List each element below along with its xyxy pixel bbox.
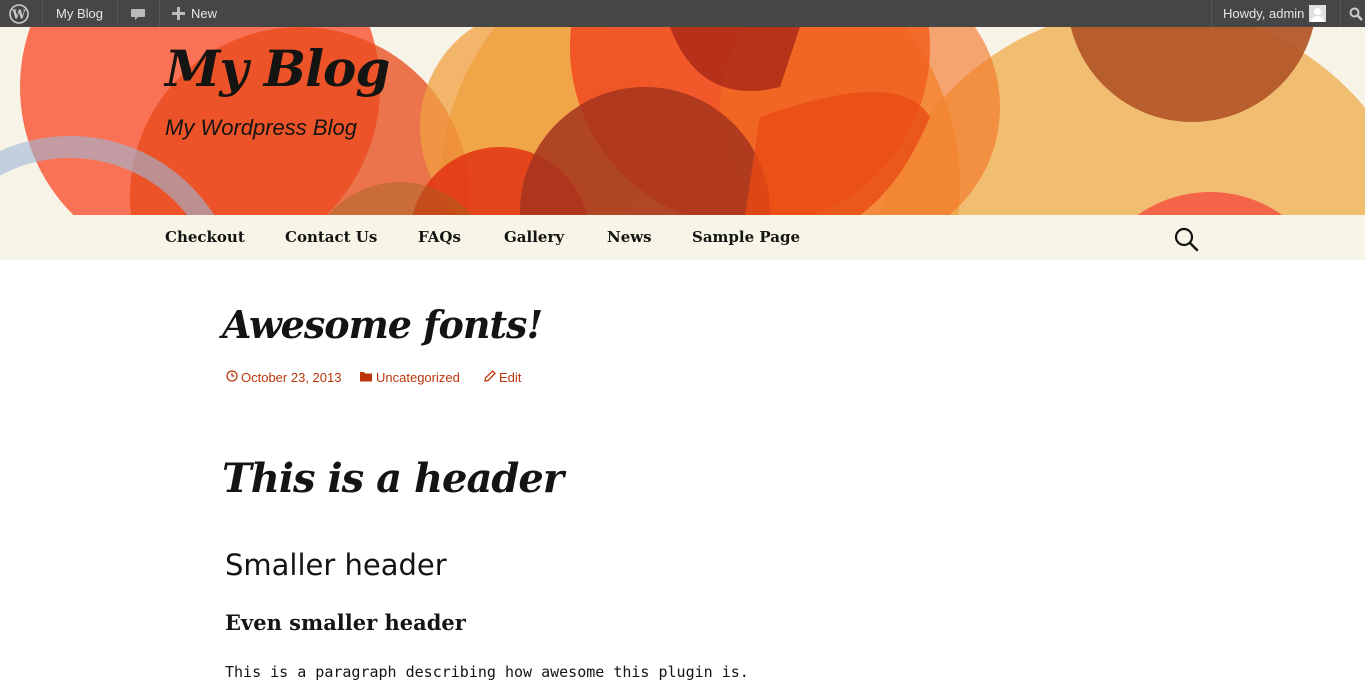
svg-text:W: W — [11, 7, 26, 21]
nav-item-news[interactable]: News — [607, 215, 652, 260]
clock-icon — [226, 370, 241, 385]
pencil-icon — [484, 370, 499, 385]
admin-bar: W My Blog New Howdy, admin — [0, 0, 1365, 27]
nav-item-checkout[interactable]: Checkout — [165, 215, 245, 260]
site-description: My Wordpress Blog — [165, 115, 357, 140]
post-edit: Edit — [499, 370, 522, 385]
post-category-link[interactable]: Uncategorized — [360, 370, 460, 385]
search-icon[interactable] — [1172, 225, 1200, 253]
new-content-button[interactable]: New — [172, 0, 217, 27]
admin-site-name: My Blog — [56, 6, 103, 21]
content-heading-1: This is a header — [222, 455, 564, 502]
admin-site-name-link[interactable]: My Blog — [56, 0, 103, 27]
content-heading-2: Smaller header — [225, 548, 447, 582]
post-date-link[interactable]: October 23, 2013 — [226, 370, 341, 385]
speech-bubble-icon — [130, 6, 146, 22]
post-category: Uncategorized — [376, 370, 460, 385]
folder-icon — [360, 370, 376, 385]
comments-button[interactable] — [130, 0, 146, 27]
nav-item-sample-page[interactable]: Sample Page — [692, 215, 800, 260]
main-navigation: Checkout Contact Us FAQs Gallery News Sa… — [0, 215, 1365, 260]
post-date: October 23, 2013 — [241, 370, 342, 385]
plus-icon — [172, 7, 185, 20]
nav-item-contact-us[interactable]: Contact Us — [285, 215, 377, 260]
my-account-menu[interactable]: Howdy, admin — [1223, 0, 1327, 27]
greeting-text: Howdy, admin — [1223, 6, 1305, 21]
content-paragraph: This is a paragraph describing how aweso… — [225, 663, 749, 681]
post-title[interactable]: Awesome fonts! — [222, 302, 543, 347]
site-header: My Blog My Wordpress Blog — [0, 27, 1365, 215]
site-title[interactable]: My Blog — [165, 39, 390, 98]
admin-search-icon[interactable] — [1349, 0, 1363, 27]
nav-item-faqs[interactable]: FAQs — [418, 215, 461, 260]
user-avatar-icon — [1309, 5, 1327, 22]
post-edit-link[interactable]: Edit — [484, 370, 521, 385]
wordpress-logo-icon[interactable]: W — [9, 0, 29, 27]
new-label: New — [191, 6, 218, 21]
nav-item-gallery[interactable]: Gallery — [504, 215, 564, 260]
content-heading-3: Even smaller header — [225, 610, 466, 635]
